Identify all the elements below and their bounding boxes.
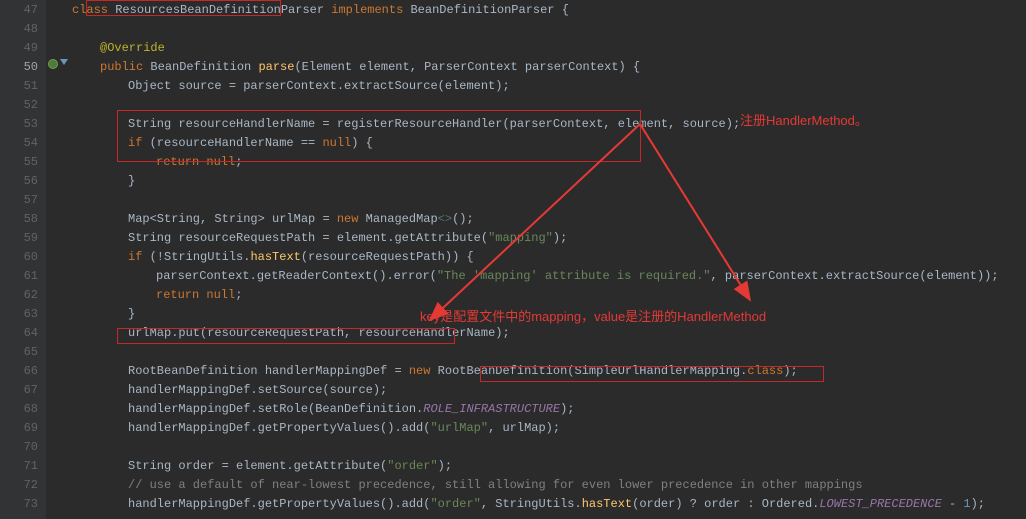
code-line[interactable]: String order = element.getAttribute("ord… bbox=[72, 457, 1026, 476]
line-number: 73 bbox=[0, 495, 38, 514]
line-number: 64 bbox=[0, 324, 38, 343]
code-line[interactable]: class ResourcesBeanDefinitionParser impl… bbox=[72, 1, 1026, 20]
code-line[interactable]: if (resourceHandlerName == null) { bbox=[72, 134, 1026, 153]
code-line[interactable]: handlerMappingDef.getPropertyValues().ad… bbox=[72, 419, 1026, 438]
line-number: 62 bbox=[0, 286, 38, 305]
implements-gutter-icon[interactable] bbox=[60, 59, 68, 65]
line-number: 53 bbox=[0, 115, 38, 134]
line-number: 52 bbox=[0, 96, 38, 115]
line-number: 55 bbox=[0, 153, 38, 172]
line-number: 70 bbox=[0, 438, 38, 457]
line-gutter: 4748495051525354555657585960616263646566… bbox=[0, 0, 46, 519]
code-line[interactable]: return null; bbox=[72, 286, 1026, 305]
line-number: 72 bbox=[0, 476, 38, 495]
override-gutter-icon[interactable] bbox=[48, 59, 58, 69]
line-number: 68 bbox=[0, 400, 38, 419]
code-line[interactable]: handlerMappingDef.setRole(BeanDefinition… bbox=[72, 400, 1026, 419]
code-line[interactable]: parserContext.getReaderContext().error("… bbox=[72, 267, 1026, 286]
code-line[interactable]: return null; bbox=[72, 153, 1026, 172]
line-number: 59 bbox=[0, 229, 38, 248]
line-number: 47 bbox=[0, 1, 38, 20]
line-number: 58 bbox=[0, 210, 38, 229]
code-line[interactable]: Object source = parserContext.extractSou… bbox=[72, 77, 1026, 96]
code-line[interactable] bbox=[72, 438, 1026, 457]
code-line[interactable] bbox=[72, 343, 1026, 362]
line-number: 56 bbox=[0, 172, 38, 191]
line-number: 65 bbox=[0, 343, 38, 362]
line-number: 54 bbox=[0, 134, 38, 153]
code-line[interactable]: RootBeanDefinition handlerMappingDef = n… bbox=[72, 362, 1026, 381]
line-number: 67 bbox=[0, 381, 38, 400]
code-line[interactable]: } bbox=[72, 172, 1026, 191]
code-line[interactable] bbox=[72, 96, 1026, 115]
code-area[interactable]: class ResourcesBeanDefinitionParser impl… bbox=[46, 0, 1026, 519]
code-line[interactable]: Map<String, String> urlMap = new Managed… bbox=[72, 210, 1026, 229]
code-line[interactable]: public BeanDefinition parse(Element elem… bbox=[72, 58, 1026, 77]
line-number: 60 bbox=[0, 248, 38, 267]
code-line[interactable] bbox=[72, 191, 1026, 210]
code-editor[interactable]: 4748495051525354555657585960616263646566… bbox=[0, 0, 1026, 519]
line-number: 61 bbox=[0, 267, 38, 286]
code-line[interactable] bbox=[72, 20, 1026, 39]
code-line[interactable]: } bbox=[72, 305, 1026, 324]
code-line[interactable]: @Override bbox=[72, 39, 1026, 58]
line-number: 66 bbox=[0, 362, 38, 381]
code-line[interactable]: if (!StringUtils.hasText(resourceRequest… bbox=[72, 248, 1026, 267]
line-number: 50 bbox=[0, 58, 38, 77]
line-number: 49 bbox=[0, 39, 38, 58]
line-number: 63 bbox=[0, 305, 38, 324]
code-line[interactable]: String resourceRequestPath = element.get… bbox=[72, 229, 1026, 248]
line-number: 69 bbox=[0, 419, 38, 438]
line-number: 71 bbox=[0, 457, 38, 476]
code-line[interactable]: handlerMappingDef.setSource(source); bbox=[72, 381, 1026, 400]
line-number: 48 bbox=[0, 20, 38, 39]
line-number: 51 bbox=[0, 77, 38, 96]
code-line[interactable]: urlMap.put(resourceRequestPath, resource… bbox=[72, 324, 1026, 343]
code-line[interactable]: // use a default of near-lowest preceden… bbox=[72, 476, 1026, 495]
code-line[interactable]: String resourceHandlerName = registerRes… bbox=[72, 115, 1026, 134]
code-line[interactable]: handlerMappingDef.getPropertyValues().ad… bbox=[72, 495, 1026, 514]
line-number: 57 bbox=[0, 191, 38, 210]
